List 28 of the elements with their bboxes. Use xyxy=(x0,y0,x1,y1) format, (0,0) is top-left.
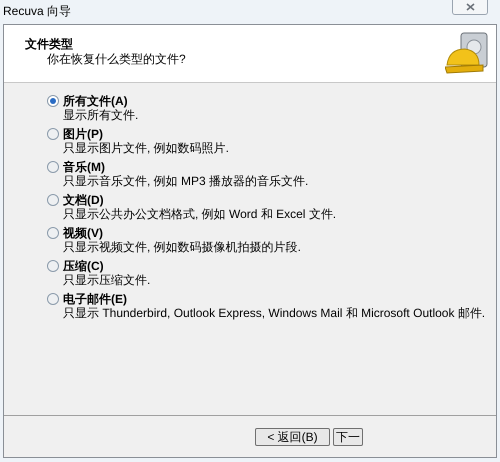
radio-button[interactable] xyxy=(47,194,59,206)
radio-button[interactable] xyxy=(47,160,59,172)
radio-option[interactable]: 所有文件(A) xyxy=(47,93,128,108)
option-description: 只显示视频文件, 例如数码摄像机拍摄的片段. xyxy=(62,240,302,254)
back-button[interactable]: < 返回(B) xyxy=(255,428,330,446)
radio-option[interactable]: 音乐(M) xyxy=(47,159,105,174)
option-description: 只显示 Thunderbird, Outlook Express, Windows Mail 和 Microsoft Outlook 邮件. xyxy=(62,306,486,320)
radio-button[interactable] xyxy=(47,94,59,106)
close-icon xyxy=(466,3,474,11)
radio-button[interactable] xyxy=(47,260,59,272)
header-subtitle: 你在恢复什么类型的文件? xyxy=(46,52,186,66)
option-description: 只显示图片文件, 例如数码照片. xyxy=(62,141,230,155)
close-button[interactable] xyxy=(452,0,488,15)
radio-button[interactable] xyxy=(47,292,59,304)
radio-option[interactable]: 视频(V) xyxy=(47,225,103,240)
option-description: 只显示压缩文件. xyxy=(62,273,152,287)
option-description: 显示所有文件. xyxy=(62,108,140,122)
window-title: Recuva 向导 xyxy=(3,3,72,20)
radio-option[interactable]: 电子邮件(E) xyxy=(47,291,127,306)
radio-option[interactable]: 图片(P) xyxy=(47,126,103,141)
radio-option[interactable]: 压缩(C) xyxy=(47,258,104,273)
radio-button[interactable] xyxy=(47,226,59,238)
radio-option[interactable]: 文档(D) xyxy=(47,192,104,207)
radio-button[interactable] xyxy=(47,128,59,140)
option-description: 只显示公共办公文档格式, 例如 Word 和 Excel 文件. xyxy=(62,207,338,221)
next-button[interactable]: 下一 xyxy=(333,428,363,446)
option-description: 只显示音乐文件, 例如 MP3 播放器的音乐文件. xyxy=(62,174,310,188)
header-title: 文件类型 xyxy=(25,37,74,51)
